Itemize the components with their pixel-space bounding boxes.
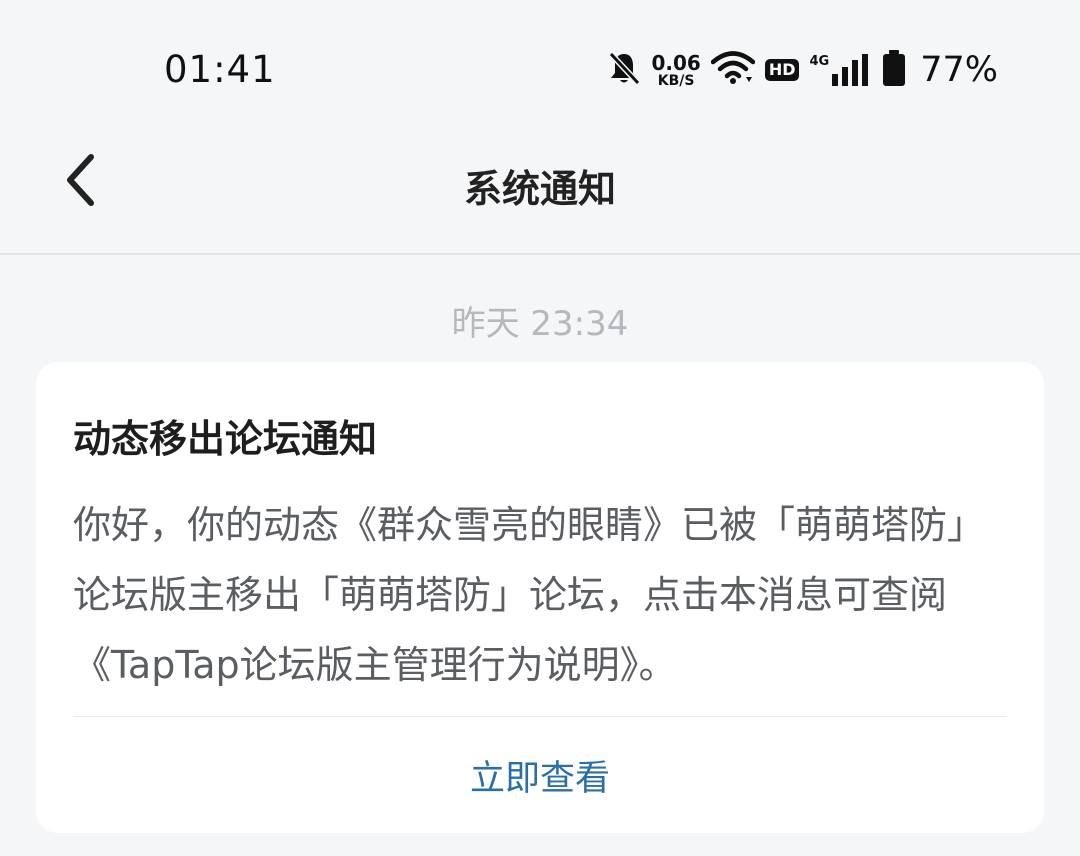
bell-muted-icon (607, 50, 641, 90)
notification-card[interactable]: 动态移出论坛通知 你好，你的动态《群众雪亮的眼睛》已被「萌萌塔防」论坛版主移出「… (36, 362, 1044, 833)
message-timestamp: 昨天 23:34 (451, 304, 629, 344)
notification-title: 动态移出论坛通知 (73, 417, 378, 461)
nav-bar: 系统通知 (0, 130, 1080, 255)
status-bar: 01:41 0.06 KB/S HD 4G 77% (0, 0, 1080, 130)
net-speed-value: 0.06 (651, 50, 701, 75)
notification-body: 你好，你的动态《群众雪亮的眼睛》已被「萌萌塔防」论坛版主移出「萌萌塔防」论坛，点… (73, 503, 986, 687)
page-title: 系统通知 (463, 167, 616, 211)
status-icons: 0.06 KB/S HD 4G 77% (607, 48, 998, 92)
network-type: 4G (809, 54, 830, 69)
status-time: 01:41 (164, 48, 276, 91)
hd-badge: HD (764, 59, 800, 81)
wifi-icon (710, 51, 756, 89)
view-now-button[interactable]: 立即查看 (36, 717, 1044, 833)
battery-percent: 77% (920, 50, 998, 90)
net-speed: 0.06 KB/S (651, 53, 700, 88)
signal-icon: 4G (809, 54, 872, 86)
net-speed-unit: KB/S (657, 72, 695, 89)
battery-icon (882, 50, 906, 90)
